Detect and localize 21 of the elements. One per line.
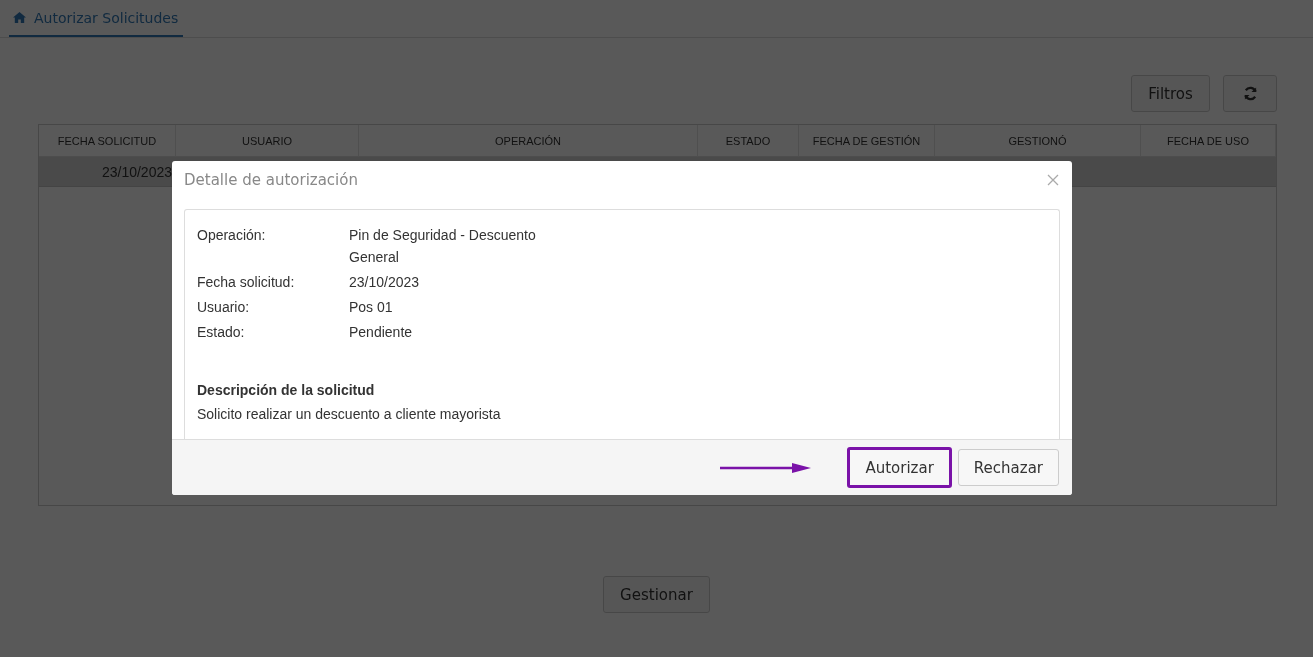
page-tab[interactable]: Autorizar Solicitudes: [9, 0, 184, 37]
description-text: Solicito realizar un descuento a cliente mayorista: [197, 406, 502, 422]
field-value: Pin de Seguridad - Descuento General: [349, 226, 537, 267]
close-button[interactable]: [1046, 173, 1060, 187]
home-icon: [13, 12, 26, 23]
manage-button[interactable]: Gestionar: [603, 576, 710, 613]
field-label: Estado:: [197, 323, 246, 342]
field-value: 23/10/2023: [349, 273, 421, 292]
modal-title: Detalle de autorización: [184, 171, 358, 189]
field-value: Pendiente: [349, 323, 414, 342]
authorize-button[interactable]: Autorizar: [847, 447, 952, 488]
refresh-icon: [1242, 86, 1258, 101]
field-label: Usuario:: [197, 298, 251, 317]
table-cell-text: 23/10/2023: [100, 162, 173, 182]
filter-button[interactable]: Filtros: [1131, 75, 1210, 112]
field-label: Fecha solicitud:: [197, 273, 296, 292]
field-value: Pos 01: [349, 298, 394, 317]
reject-button[interactable]: Rechazar: [957, 449, 1059, 486]
field-label: Operación:: [197, 226, 267, 245]
refresh-button[interactable]: [1223, 75, 1277, 112]
description-heading: Descripción de la solicitud: [197, 382, 376, 398]
